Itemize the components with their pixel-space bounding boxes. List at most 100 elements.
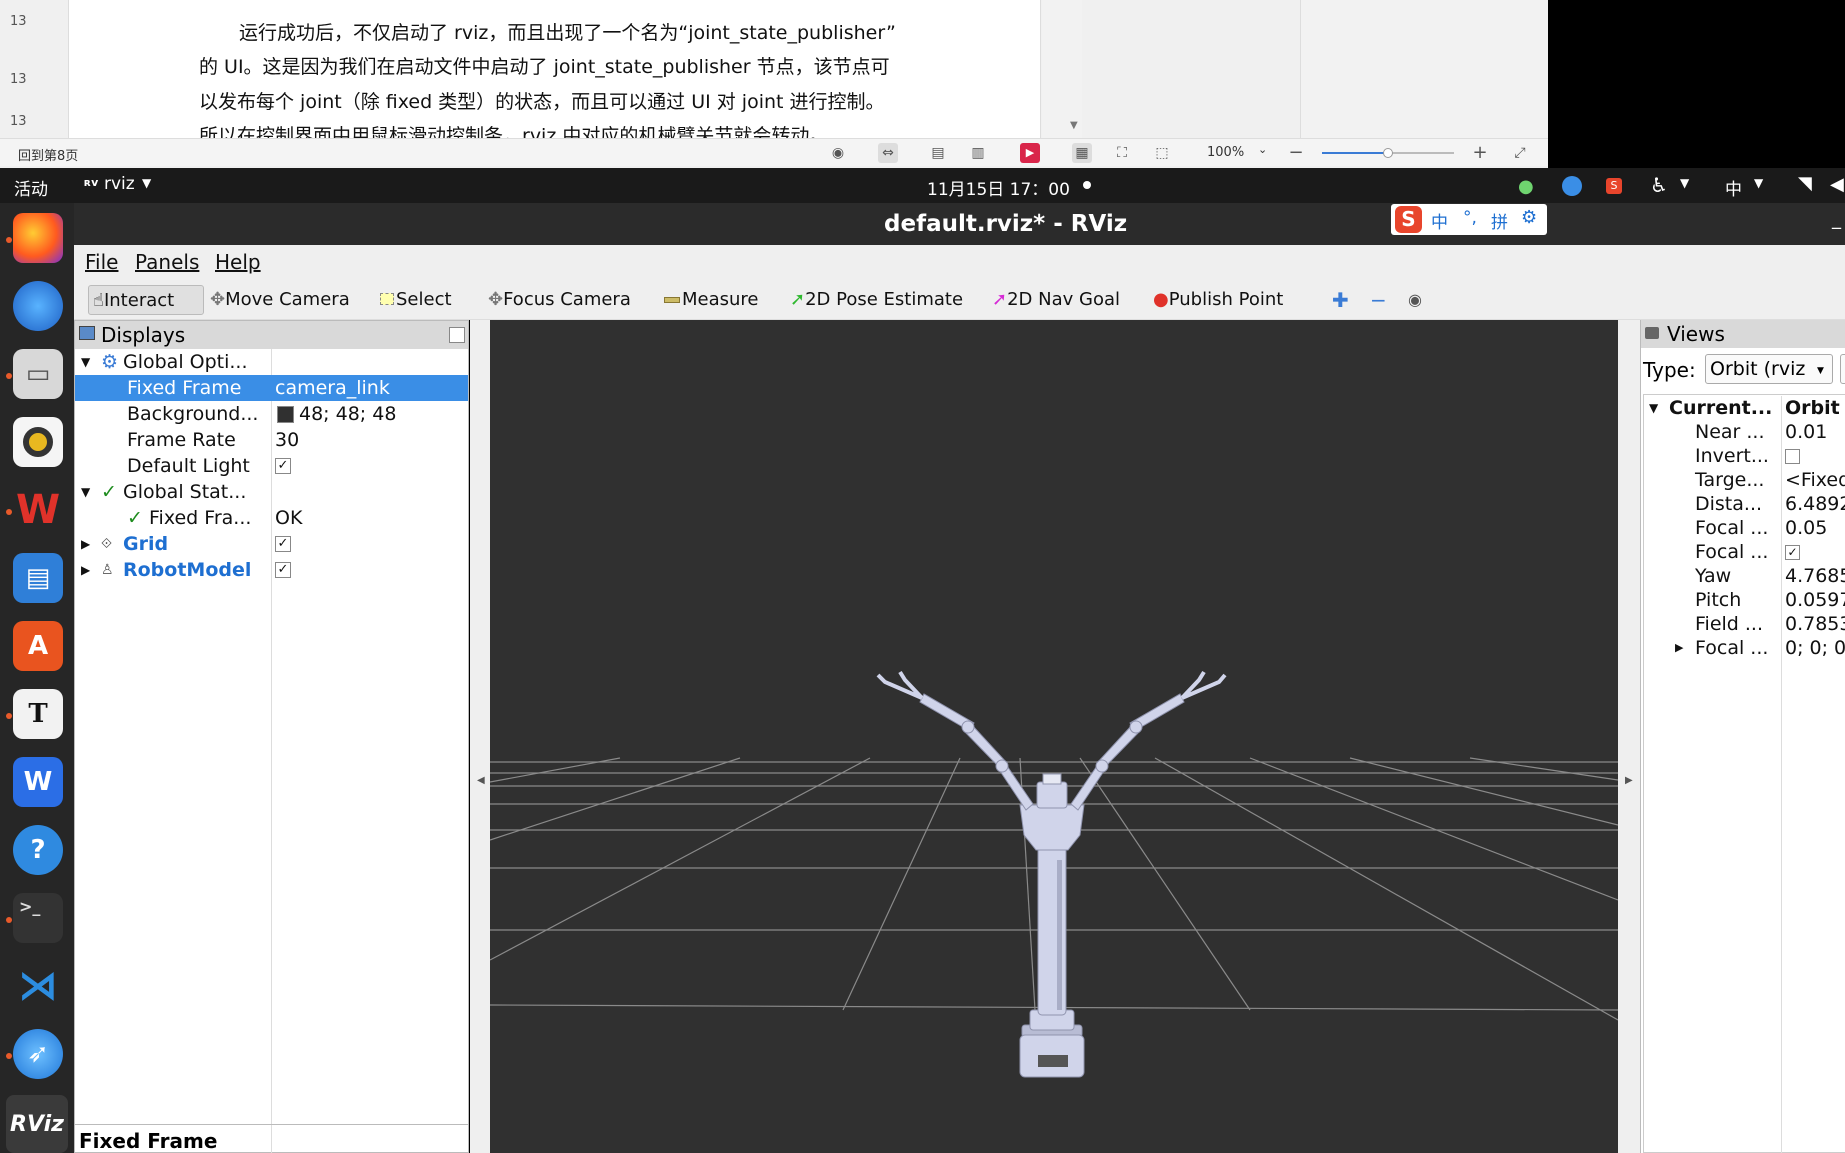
display-row-frame-rate[interactable]: Frame Rate 30 — [75, 427, 468, 453]
display-row-default-light[interactable]: Default Light ✓ — [75, 453, 468, 479]
tool-2d-pose-estimate[interactable]: ➚2D Pose Estimate — [790, 285, 963, 315]
display-row-grid[interactable]: ▶ ⟐ Grid ✓ — [75, 531, 468, 557]
property-value[interactable]: <Fixed — [1785, 468, 1845, 492]
fullscreen-icon[interactable]: ⤢ — [1510, 143, 1530, 163]
play-icon[interactable]: ▶ — [1020, 143, 1040, 163]
zoom-in-icon[interactable]: + — [1470, 143, 1490, 163]
view-row-focal-point[interactable]: ▶ Focal ... 0; 0; 0 — [1641, 636, 1845, 660]
feishu-icon[interactable] — [1562, 176, 1582, 196]
activities-button[interactable]: 活动 — [14, 175, 48, 200]
crop-icon[interactable]: ⬚ — [1152, 143, 1172, 163]
checkbox[interactable]: ✓ — [275, 562, 291, 578]
chevron-down-icon[interactable]: ▼ — [1680, 176, 1689, 190]
zoom-level[interactable]: 100% — [1207, 145, 1244, 160]
rhythmbox-icon[interactable] — [13, 417, 63, 467]
accessibility-icon[interactable]: ♿ — [1650, 173, 1668, 197]
view-row-distance[interactable]: Dista... 6.4892 — [1641, 492, 1845, 516]
ime-punct[interactable]: °, — [1463, 208, 1477, 228]
ime-toolbar[interactable]: S 中 °, 拼 ⚙ — [1391, 204, 1547, 235]
fit-page-icon[interactable]: ⛶ — [1112, 143, 1132, 163]
thunderbird-icon[interactable] — [13, 281, 63, 331]
wps-icon[interactable]: W — [13, 485, 63, 535]
property-value[interactable]: 0.7853 — [1785, 612, 1845, 636]
property-value[interactable]: 30 — [275, 427, 299, 453]
right-splitter[interactable]: ▶ — [1618, 320, 1640, 1153]
display-row-fixed-frame[interactable]: Fixed Frame camera_link — [75, 375, 468, 401]
menu-file[interactable]: File — [85, 250, 118, 274]
chevron-down-icon[interactable]: ▼ — [1754, 176, 1763, 190]
checkbox[interactable]: ✓ — [275, 458, 291, 474]
tool-publish-point[interactable]: ●Publish Point — [1153, 285, 1283, 315]
view-row-target-frame[interactable]: Targe... <Fixed — [1641, 468, 1845, 492]
layout-icon[interactable]: ▦ — [1072, 143, 1092, 163]
property-value[interactable]: 0.0597 — [1785, 588, 1845, 612]
add-tool-icon[interactable]: ✚ — [1332, 285, 1349, 315]
clock[interactable]: 11月15日 17：00 — [927, 175, 1070, 200]
property-value[interactable]: 0.01 — [1785, 420, 1827, 444]
property-value[interactable]: 4.7685 — [1785, 564, 1845, 588]
doc-scrollbar[interactable]: ▼ — [1042, 0, 1082, 138]
checkbox[interactable] — [1785, 449, 1800, 464]
expand-arrow-icon[interactable]: ▼ — [81, 479, 90, 505]
volume-icon[interactable]: ◀ — [1830, 174, 1844, 195]
collapse-arrow-icon[interactable]: ▶ — [81, 557, 90, 583]
property-value[interactable]: 0.05 — [1785, 516, 1827, 540]
menu-help[interactable]: Help — [215, 250, 261, 274]
display-row-global-status[interactable]: ▼ ✓ Global Stat... — [75, 479, 468, 505]
feishu-app-icon[interactable]: ➶ — [13, 1029, 63, 1079]
view-row-field-of-view[interactable]: Field ... 0.7853 — [1641, 612, 1845, 636]
firefox-icon[interactable] — [13, 213, 63, 263]
display-row-global-options[interactable]: ▼ ⚙ Global Opti... — [75, 349, 468, 375]
window-titlebar[interactable]: default.rviz* - RViz S 中 °, 拼 ⚙ _ — [74, 203, 1845, 245]
view-zero-button[interactable] — [1840, 354, 1845, 384]
checkbox[interactable]: ✓ — [275, 536, 291, 552]
view-row-focal-shape[interactable]: Focal ... ✓ — [1641, 540, 1845, 564]
3d-viewport[interactable] — [489, 320, 1619, 1153]
property-value[interactable]: 6.4892 — [1785, 492, 1845, 516]
typora-icon[interactable]: T — [13, 689, 63, 739]
expand-arrow-icon[interactable]: ▼ — [1649, 396, 1658, 420]
scroll-down-icon[interactable]: ▼ — [1070, 120, 1078, 131]
zoom-slider-handle[interactable] — [1383, 148, 1393, 158]
display-row-robotmodel[interactable]: ▶ ♙ RobotModel ✓ — [75, 557, 468, 583]
wifi-icon[interactable]: ◥ — [1798, 173, 1812, 194]
vscode-icon[interactable]: ⋊ — [13, 961, 63, 1011]
help-icon[interactable]: ? — [13, 825, 63, 875]
back-to-page-link[interactable]: 回到第8页 — [18, 145, 78, 164]
chevron-down-icon[interactable]: ⌄ — [1258, 143, 1267, 156]
zoom-slider[interactable] — [1322, 148, 1454, 158]
view-row-current[interactable]: ▼ Current... Orbit — [1641, 396, 1845, 420]
word-icon[interactable]: W — [13, 757, 63, 807]
property-value[interactable]: 48; 48; 48 — [299, 401, 396, 427]
zoom-out-icon[interactable]: − — [1286, 143, 1306, 163]
tool-measure[interactable]: Measure — [664, 285, 759, 315]
ime-pinyin[interactable]: 拼 — [1491, 208, 1508, 233]
input-method-indicator[interactable]: 中 — [1725, 175, 1742, 200]
view-row-yaw[interactable]: Yaw 4.7685 — [1641, 564, 1845, 588]
checkbox[interactable]: ✓ — [1785, 545, 1800, 560]
eye-icon[interactable]: ◉ — [828, 143, 848, 163]
display-row-fixed-frame-status[interactable]: ✓ Fixed Fra... OK — [75, 505, 468, 531]
single-page-icon[interactable]: ▤ — [928, 143, 948, 163]
minimize-icon[interactable]: _ — [1832, 209, 1841, 230]
writer-icon[interactable]: ▤ — [13, 553, 63, 603]
wechat-icon[interactable]: ● — [1518, 176, 1534, 197]
collapse-right-icon[interactable]: ▶ — [1625, 775, 1633, 786]
undock-button[interactable] — [449, 327, 465, 343]
display-row-background[interactable]: Background... 48; 48; 48 — [75, 401, 468, 427]
app-menu[interactable]: rviz — [104, 174, 135, 194]
tool-select[interactable]: Select — [380, 285, 452, 315]
two-page-icon[interactable]: ▥ — [968, 143, 988, 163]
remove-tool-icon[interactable]: − — [1370, 285, 1387, 315]
eye-icon[interactable]: ◉ — [1408, 285, 1422, 315]
terminal-icon[interactable]: >_ — [13, 893, 63, 943]
tool-move-camera[interactable]: ✥Move Camera — [210, 285, 350, 315]
rviz-dock-icon[interactable]: RViz — [6, 1095, 68, 1153]
collapse-arrow-icon[interactable]: ▶ — [1675, 636, 1683, 660]
property-value[interactable]: camera_link — [275, 375, 390, 401]
collapse-arrow-icon[interactable]: ▶ — [81, 531, 90, 557]
software-center-icon[interactable]: A — [13, 621, 63, 671]
property-value[interactable]: 0; 0; 0 — [1785, 636, 1845, 660]
sogou-tray-icon[interactable]: S — [1606, 178, 1622, 194]
menu-panels[interactable]: Panels — [135, 250, 199, 274]
